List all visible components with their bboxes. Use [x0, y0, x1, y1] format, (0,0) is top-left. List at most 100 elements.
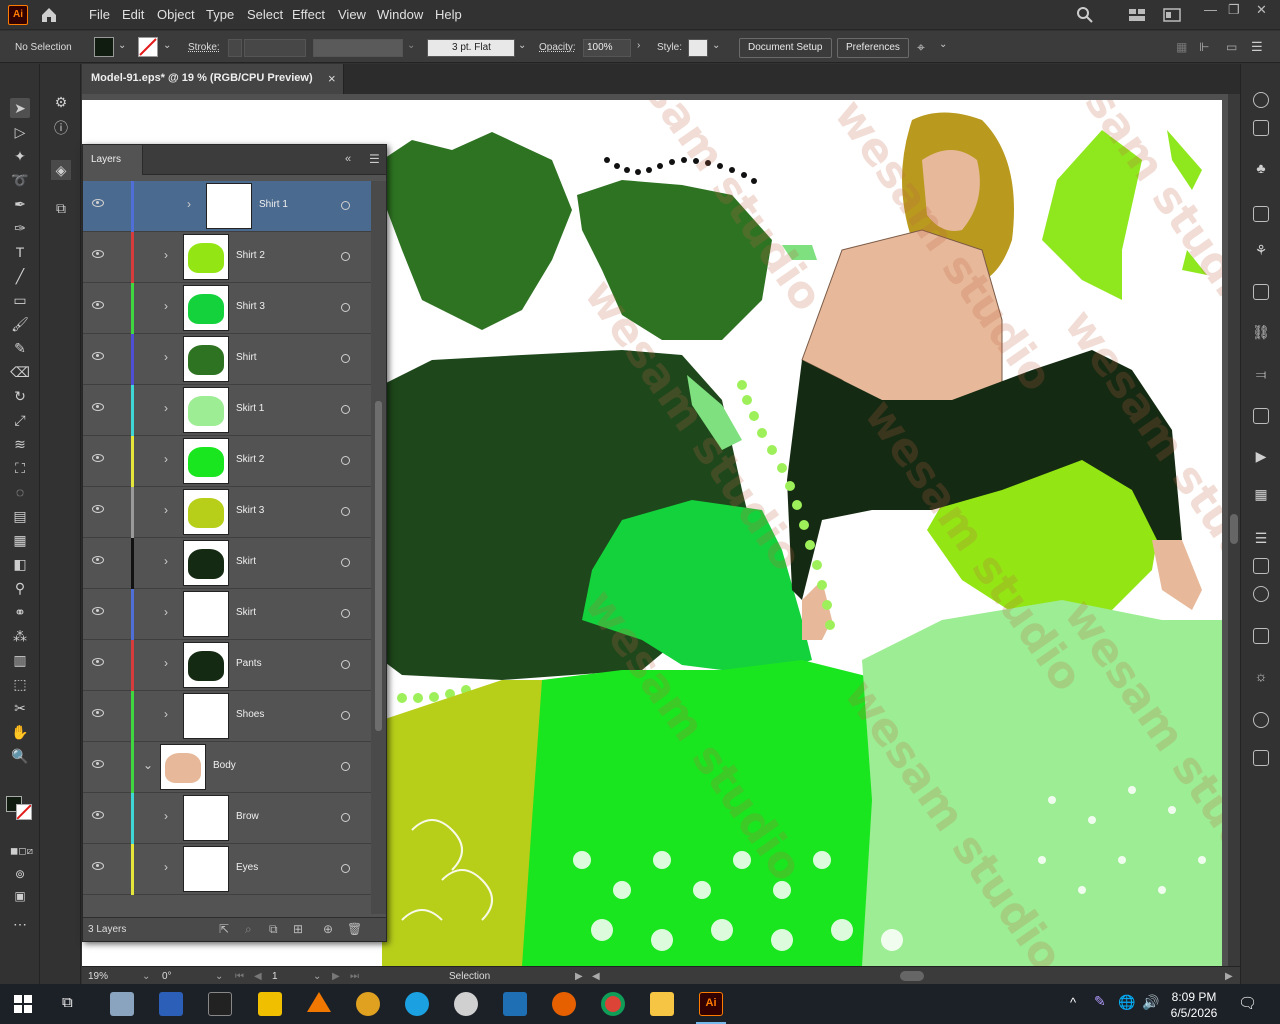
stroke-color-swatch[interactable]: [16, 804, 32, 820]
zoom-tool-icon[interactable]: 🔍: [10, 746, 30, 766]
slice-tool-icon[interactable]: ✂: [10, 698, 30, 718]
chevron-down-icon[interactable]: ⌄: [143, 758, 153, 772]
chevron-down-icon[interactable]: ⌄: [118, 40, 126, 51]
rotation-value[interactable]: 0°: [162, 971, 172, 982]
vlc-icon[interactable]: [307, 992, 331, 1012]
magic-wand-tool-icon[interactable]: ✦: [10, 146, 30, 166]
isolate-icon[interactable]: ▭: [1226, 40, 1237, 54]
network-globe-icon[interactable]: 🌐: [1118, 994, 1135, 1011]
perspective-grid-tool-icon[interactable]: ▤: [10, 506, 30, 526]
layer-row[interactable]: › Brow: [83, 793, 371, 844]
layer-name[interactable]: Body: [213, 760, 236, 771]
layer-row[interactable]: › Skirt: [83, 589, 371, 640]
actions-play-icon[interactable]: ▶: [1251, 446, 1271, 466]
vertical-scrollbar[interactable]: [1228, 94, 1240, 966]
document-setup-button[interactable]: Document Setup: [739, 38, 832, 58]
delete-icon[interactable]: 🗑: [347, 922, 362, 936]
chevron-right-icon[interactable]: ›: [164, 554, 168, 568]
target-circle-icon[interactable]: [341, 813, 350, 822]
shape-builder-tool-icon[interactable]: ◌: [10, 482, 30, 502]
type-tool-icon[interactable]: T: [10, 242, 30, 262]
lasso-tool-icon[interactable]: ➰: [10, 170, 30, 190]
transform-icon[interactable]: ⊩: [1199, 40, 1209, 54]
gimp-icon[interactable]: [356, 992, 380, 1016]
chevron-down-icon[interactable]: ⌄: [215, 971, 223, 982]
chevron-down-icon[interactable]: ⌄: [313, 971, 321, 982]
document-tab[interactable]: Model-91.eps* @ 19 % (RGB/CPU Preview) ×: [82, 64, 344, 94]
target-circle-icon[interactable]: [341, 201, 350, 210]
layer-name[interactable]: Pants: [236, 658, 262, 669]
scroll-thumb[interactable]: [375, 401, 382, 731]
more-tools-icon[interactable]: ⋯: [10, 914, 30, 934]
visibility-eye-icon[interactable]: [92, 250, 104, 258]
fill-swatch[interactable]: [94, 37, 114, 57]
layer-row[interactable]: › Pants: [83, 640, 371, 691]
layer-name[interactable]: Skirt: [236, 607, 256, 618]
target-circle-icon[interactable]: [341, 609, 350, 618]
chevron-down-icon[interactable]: ⌄: [407, 40, 415, 51]
scroll-thumb[interactable]: [1230, 514, 1238, 544]
blend-tool-icon[interactable]: ⚭: [10, 602, 30, 622]
volume-icon[interactable]: 🔊: [1142, 994, 1159, 1011]
layers-tab[interactable]: Layers: [83, 145, 143, 175]
stroke-swatch[interactable]: [138, 37, 158, 57]
layer-row[interactable]: › Skirt 3: [83, 487, 371, 538]
file-explorer-icon[interactable]: [650, 992, 674, 1016]
layer-row[interactable]: › Eyes: [83, 844, 371, 895]
paint-3d-icon[interactable]: [405, 992, 429, 1016]
pen-tool-icon[interactable]: ✒: [10, 194, 30, 214]
layer-name[interactable]: Shirt 3: [236, 301, 265, 312]
eyedropper-tool-icon[interactable]: ⚲: [10, 578, 30, 598]
gradient-tool-icon[interactable]: ◧: [10, 554, 30, 574]
chevron-down-icon[interactable]: ⌄: [142, 971, 150, 982]
chrome-icon[interactable]: [601, 992, 625, 1016]
visibility-eye-icon[interactable]: [92, 301, 104, 309]
chevron-right-icon[interactable]: ›: [164, 605, 168, 619]
rectangle-tool-icon[interactable]: ▭: [10, 290, 30, 310]
layer-row[interactable]: › Shirt 2: [83, 232, 371, 283]
visibility-eye-icon[interactable]: [92, 199, 104, 207]
info-icon[interactable]: ⓘ: [51, 118, 71, 138]
layer-row[interactable]: › Shirt 1: [83, 181, 371, 232]
stroke-stepper[interactable]: [228, 39, 242, 57]
close-icon[interactable]: ×: [328, 71, 336, 86]
libraries-icon[interactable]: ▦: [1251, 484, 1271, 504]
screen-mode-icon[interactable]: ▣: [10, 886, 30, 906]
visibility-eye-icon[interactable]: [92, 454, 104, 462]
symbol-sprayer-tool-icon[interactable]: ⁂: [10, 626, 30, 646]
chevron-right-icon[interactable]: ▶: [575, 971, 583, 982]
studio-app-icon[interactable]: [208, 992, 232, 1016]
scale-tool-icon[interactable]: ⤢: [10, 410, 30, 430]
inkscape-icon[interactable]: [454, 992, 478, 1016]
visibility-eye-icon[interactable]: [92, 505, 104, 513]
zoom-level[interactable]: 19%: [88, 971, 108, 982]
notification-icon[interactable]: 🗨: [1238, 994, 1257, 1012]
layer-name[interactable]: Skirt 1: [236, 403, 264, 414]
task-view-icon[interactable]: ⧉: [62, 994, 73, 1011]
artboard-number[interactable]: 1: [272, 971, 278, 982]
make-clipping-mask-icon[interactable]: ⧉: [269, 922, 278, 937]
chevron-right-icon[interactable]: ›: [164, 503, 168, 517]
target-circle-icon[interactable]: [341, 354, 350, 363]
clock-date[interactable]: 6/5/2026: [1168, 1006, 1220, 1020]
target-circle-icon[interactable]: [341, 864, 350, 873]
target-circle-icon[interactable]: [341, 660, 350, 669]
panel-menu-icon[interactable]: ☰: [369, 152, 380, 166]
column-graph-tool-icon[interactable]: ▥: [10, 650, 30, 670]
layer-row[interactable]: › Shirt 3: [83, 283, 371, 334]
properties-gear-icon[interactable]: ⚙: [51, 92, 71, 112]
minimize-icon[interactable]: —: [1204, 2, 1217, 17]
remote-app-icon[interactable]: [503, 992, 527, 1016]
graphic-styles-icon[interactable]: [1253, 712, 1269, 728]
layer-name[interactable]: Shoes: [236, 709, 264, 720]
artboard-tool-icon[interactable]: ⬚: [10, 674, 30, 694]
chevron-down-icon[interactable]: ⌄: [939, 39, 947, 50]
collapse-panel-icon[interactable]: «: [345, 153, 351, 165]
layers-panel-icon[interactable]: ◈: [51, 160, 71, 180]
chevron-right-icon[interactable]: ▶: [1225, 971, 1233, 982]
target-circle-icon[interactable]: [341, 507, 350, 516]
variable-width-profile[interactable]: [313, 39, 403, 57]
target-circle-icon[interactable]: [341, 711, 350, 720]
previous-artboard-icon[interactable]: ◀: [254, 971, 262, 982]
workspace-icon[interactable]: [1163, 8, 1181, 22]
